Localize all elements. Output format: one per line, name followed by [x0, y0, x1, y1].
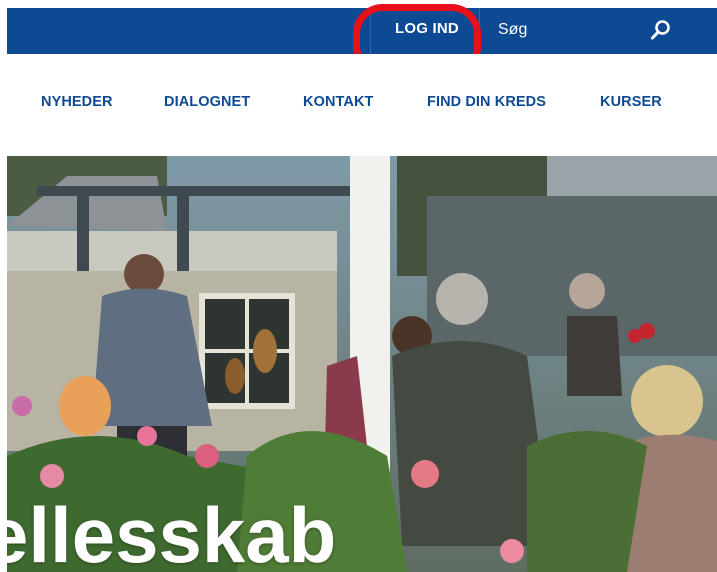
- nav-item-kontakt[interactable]: KONTAKT: [303, 94, 374, 110]
- hero-banner: ellesskab: [7, 156, 717, 572]
- hero-title: ellesskab: [7, 491, 337, 572]
- main-nav: NYHEDER DIALOGNET KONTAKT FIND DIN KREDS…: [7, 54, 717, 156]
- nav-item-nyheder[interactable]: NYHEDER: [41, 94, 113, 110]
- search-input[interactable]: Søg: [498, 21, 527, 39]
- nav-item-kurser[interactable]: KURSER: [600, 94, 662, 110]
- nav-item-find-din-kreds[interactable]: FIND DIN KREDS: [427, 94, 546, 110]
- search-icon[interactable]: [650, 19, 672, 41]
- nav-item-dialognet[interactable]: DIALOGNET: [164, 94, 250, 110]
